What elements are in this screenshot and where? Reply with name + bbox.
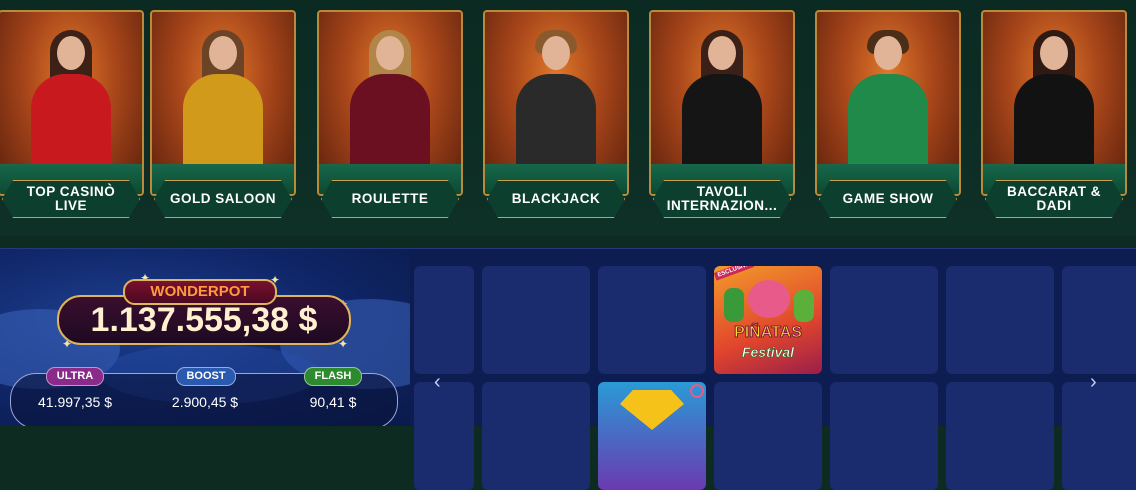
wonderpot-jackpot-banner[interactable]: ✦ ✦ ✦ ✦ ✦ ✦ 1.137.555,38 $ WONDERPOT ULT… <box>0 249 410 426</box>
tier-boost-badge: BOOST <box>176 367 236 386</box>
category-thumbnail <box>649 10 795 196</box>
game-tile[interactable] <box>414 382 474 490</box>
category-thumbnail <box>815 10 961 196</box>
jackpot-title: WONDERPOT <box>123 279 277 305</box>
exclusive-badge: ESCLUSIVA <box>714 266 755 281</box>
game-tile[interactable] <box>830 266 938 374</box>
game-subtitle: Festival <box>741 344 795 361</box>
games-carousel: ESCLUSIVA PIÑATAS Festival ‹ › <box>410 249 1136 490</box>
dealer-image <box>843 30 933 176</box>
category-game-show[interactable]: GAME SHOW <box>815 10 961 218</box>
pinata-character-image <box>724 288 744 322</box>
category-thumbnail <box>0 10 144 196</box>
category-tavoli-internazionali[interactable]: TAVOLI INTERNAZION... <box>649 10 795 218</box>
category-label: GOLD SALOON <box>154 180 292 218</box>
game-tile[interactable] <box>830 382 938 490</box>
category-gold-saloon[interactable]: GOLD SALOON <box>150 10 296 218</box>
game-tile[interactable] <box>714 382 822 490</box>
category-blackjack[interactable]: BLACKJACK <box>483 10 629 218</box>
dealer-image <box>345 30 435 176</box>
chevron-right-icon[interactable]: › <box>1090 371 1097 394</box>
game-tile[interactable] <box>482 382 590 490</box>
dealer-image <box>178 30 268 176</box>
pinata-character-image <box>748 280 790 318</box>
category-label: TAVOLI INTERNAZION... <box>653 180 791 218</box>
lower-section: ✦ ✦ ✦ ✦ ✦ ✦ 1.137.555,38 $ WONDERPOT ULT… <box>0 248 1136 490</box>
category-label: ROULETTE <box>321 180 459 218</box>
pinata-character-image <box>794 290 814 322</box>
category-label: TOP CASINÒ LIVE <box>2 180 140 218</box>
category-roulette[interactable]: ROULETTE <box>317 10 463 218</box>
dealer-image <box>1009 30 1099 176</box>
category-thumbnail <box>317 10 463 196</box>
diamond-gem-icon <box>620 390 684 430</box>
game-tile[interactable] <box>946 382 1054 490</box>
tier-ultra-badge: ULTRA <box>46 367 104 386</box>
game-tile[interactable] <box>946 266 1054 374</box>
category-label: BLACKJACK <box>487 180 625 218</box>
tier-boost-value: 2.900,45 $ <box>171 394 239 410</box>
tier-ultra-value: 41.997,35 $ <box>38 394 112 410</box>
game-tile-pinatas-festival[interactable]: ESCLUSIVA PIÑATAS Festival <box>714 266 822 374</box>
dealer-image <box>26 30 116 176</box>
category-thumbnail <box>483 10 629 196</box>
dealer-image <box>511 30 601 176</box>
game-title: PIÑATAS <box>734 324 803 342</box>
category-top-casino-live[interactable]: TOP CASINÒ LIVE <box>0 10 144 218</box>
tier-flash-badge: FLASH <box>304 367 362 386</box>
category-thumbnail <box>981 10 1127 196</box>
game-tile[interactable] <box>1062 266 1136 374</box>
category-thumbnail <box>150 10 296 196</box>
category-baccarat-dadi[interactable]: BACCARAT & DADI <box>981 10 1127 218</box>
game-tile[interactable] <box>1062 382 1136 490</box>
game-tile-diamond[interactable] <box>598 382 706 490</box>
game-tile[interactable] <box>598 266 706 374</box>
game-tile[interactable] <box>414 266 474 374</box>
dealer-image <box>677 30 767 176</box>
tier-flash-value: 90,41 $ <box>309 394 357 410</box>
category-label: BACCARAT & DADI <box>985 180 1123 218</box>
category-label: GAME SHOW <box>819 180 957 218</box>
chevron-left-icon[interactable]: ‹ <box>434 371 441 394</box>
live-casino-category-strip: TOP CASINÒ LIVE GOLD SALOON ROULETTE BLA… <box>0 0 1136 236</box>
game-tile[interactable] <box>482 266 590 374</box>
badge-icon <box>690 384 704 398</box>
